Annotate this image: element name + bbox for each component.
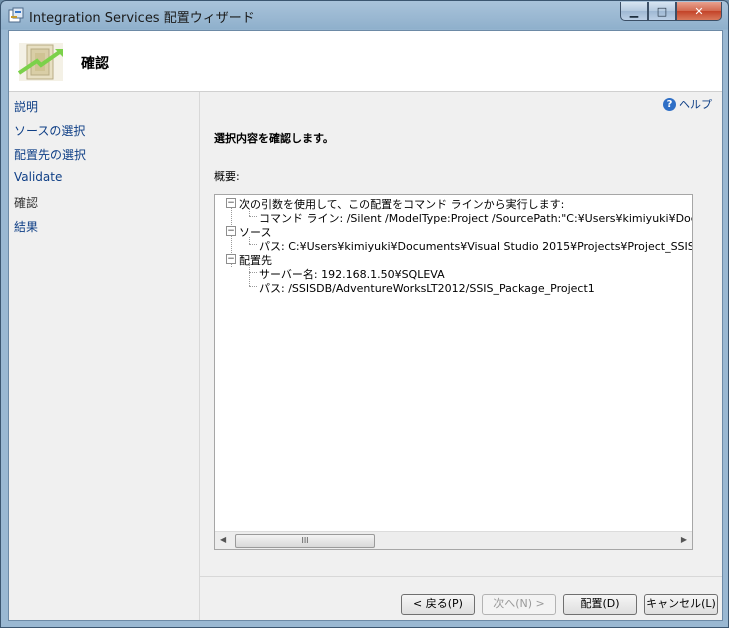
summary-label: 概要: bbox=[214, 170, 240, 183]
tree-node-source-path[interactable]: パス: C:¥Users¥kimiyuki¥Documents¥Visual S… bbox=[259, 238, 692, 254]
nav-item-select-source[interactable]: ソースの選択 bbox=[14, 122, 85, 139]
deploy-button[interactable]: 配置(D) bbox=[563, 594, 637, 615]
title-bar[interactable]: Integration Services 配置ウィザード ▁ □ ✕ bbox=[1, 1, 728, 30]
tree-branch-line bbox=[249, 216, 257, 217]
deployment-wizard-icon bbox=[17, 43, 63, 81]
tree-node-command-line[interactable]: コマンド ライン: /Silent /ModelType:Project /So… bbox=[259, 210, 692, 226]
collapse-icon[interactable]: − bbox=[226, 254, 236, 264]
nav-item-review: 確認 bbox=[14, 196, 39, 210]
review-heading: 選択内容を確認します。 bbox=[214, 132, 334, 145]
cancel-button[interactable]: キャンセル(L) bbox=[644, 594, 718, 615]
tree-branch-line bbox=[249, 244, 257, 245]
footer-divider bbox=[200, 576, 722, 577]
tree-branch-line bbox=[249, 272, 257, 273]
window-title: Integration Services 配置ウィザード bbox=[29, 11, 255, 26]
tree-node-destination-path[interactable]: パス: /SSISDB/AdventureWorksLT2012/SSIS_Pa… bbox=[259, 280, 595, 296]
nav-item-description[interactable]: 説明 bbox=[14, 98, 38, 115]
nav-item-validate[interactable]: Validate bbox=[14, 170, 62, 184]
summary-tree[interactable]: − 次の引数を使用して、この配置をコマンド ラインから実行します: コマンド ラ… bbox=[214, 194, 693, 550]
wizard-nav: 説明 ソースの選択 配置先の選択 Validate 確認 結果 bbox=[9, 92, 200, 620]
scroll-right-icon[interactable]: ▶ bbox=[681, 535, 687, 544]
scroll-left-icon[interactable]: ◀ bbox=[220, 535, 226, 544]
scroll-thumb[interactable]: III bbox=[235, 534, 375, 548]
wizard-header: 確認 bbox=[9, 31, 722, 92]
tree-branch-line bbox=[249, 286, 257, 287]
help-icon: ? bbox=[663, 97, 676, 111]
close-button[interactable]: ✕ bbox=[676, 2, 722, 21]
collapse-icon[interactable]: − bbox=[226, 226, 236, 236]
wizard-window: Integration Services 配置ウィザード ▁ □ ✕ 確認 説明… bbox=[0, 0, 729, 628]
minimize-button[interactable]: ▁ bbox=[620, 2, 648, 21]
app-icon bbox=[8, 7, 24, 23]
horizontal-scrollbar[interactable]: ◀ III ▶ bbox=[215, 531, 692, 549]
caption-buttons: ▁ □ ✕ bbox=[620, 2, 722, 21]
help-link[interactable]: ? ヘルプ bbox=[663, 96, 712, 112]
nav-item-results[interactable]: 結果 bbox=[14, 218, 38, 235]
next-button: 次へ(N) > bbox=[482, 594, 556, 615]
wizard-main-panel: ? ヘルプ 選択内容を確認します。 概要: − 次の引数を使用して、この配置をコ… bbox=[200, 92, 722, 620]
tree-branch-line bbox=[249, 265, 250, 286]
back-button[interactable]: < 戻る(P) bbox=[401, 594, 475, 615]
help-label: ヘルプ bbox=[679, 98, 712, 111]
maximize-button[interactable]: □ bbox=[648, 2, 676, 21]
wizard-client-area: 確認 説明 ソースの選択 配置先の選択 Validate 確認 結果 ? ヘルプ… bbox=[8, 30, 723, 621]
nav-item-select-destination[interactable]: 配置先の選択 bbox=[14, 146, 86, 163]
collapse-icon[interactable]: − bbox=[226, 198, 236, 208]
page-title: 確認 bbox=[81, 56, 109, 72]
